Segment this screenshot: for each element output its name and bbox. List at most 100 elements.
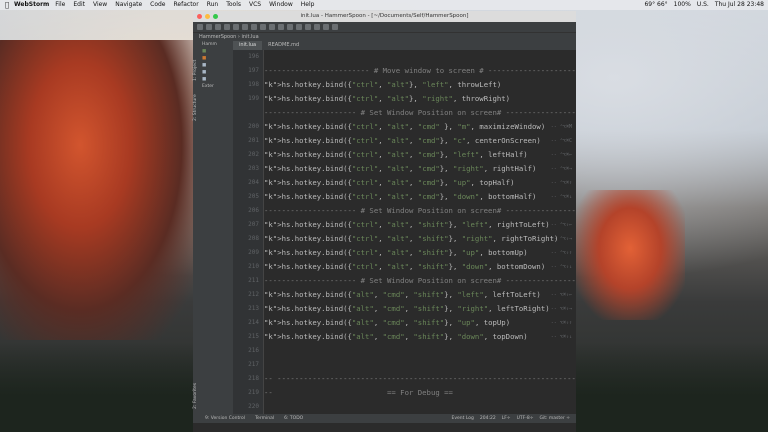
external-libraries[interactable]: Exter xyxy=(200,83,233,90)
zoom-button[interactable] xyxy=(213,14,218,19)
code-line[interactable]: 210 "k">hs.hotkey.bind({"ctrl", "alt", "s… xyxy=(233,260,576,274)
cursor-position[interactable]: 204:22 xyxy=(480,414,496,423)
line-number: 201 xyxy=(248,137,259,144)
help-icon[interactable] xyxy=(332,24,338,30)
code-line[interactable]: 198 "k">hs.hotkey.bind({"ctrl", "alt"}, "… xyxy=(233,78,576,92)
code-line[interactable]: 199 "k">hs.hotkey.bind({"ctrl", "alt"}, "… xyxy=(233,92,576,106)
mountain-right xyxy=(575,190,685,320)
code-line[interactable]: 203 "k">hs.hotkey.bind({"ctrl", "alt", "c… xyxy=(233,162,576,176)
code-line[interactable]: 220 xyxy=(233,400,576,414)
run-icon[interactable] xyxy=(296,24,302,30)
forward-icon[interactable] xyxy=(287,24,293,30)
undo-icon[interactable] xyxy=(224,24,230,30)
code-line[interactable]: 208 "k">hs.hotkey.bind({"ctrl", "alt", "s… xyxy=(233,232,576,246)
structure-tool-button[interactable]: 2: Structure xyxy=(193,85,200,121)
todo-button[interactable]: 6: TODO xyxy=(284,414,303,423)
breadcrumb-project[interactable]: HammerSpoon xyxy=(199,34,236,40)
close-button[interactable] xyxy=(197,14,202,19)
code-line[interactable]: 219 -- == For Debug == xyxy=(233,386,576,400)
code-line[interactable]: --------------------- # Set Window Posit… xyxy=(233,106,576,120)
favorites-tool-button[interactable]: 2: Favorites xyxy=(193,373,200,409)
debug-icon[interactable] xyxy=(305,24,311,30)
code-line[interactable]: 206 --------------------- # Set Window Po… xyxy=(233,204,576,218)
menu-file[interactable]: File xyxy=(55,0,65,10)
app-menu[interactable]: WebStorm xyxy=(14,0,49,10)
git-branch[interactable]: Git: master ÷ xyxy=(539,414,570,423)
project-tool-button[interactable]: 1: Project xyxy=(193,45,200,81)
minimize-button[interactable] xyxy=(205,14,210,19)
mountain-left xyxy=(0,40,200,340)
project-item[interactable]: ■ xyxy=(200,48,233,55)
code-line[interactable]: 216 xyxy=(233,344,576,358)
sync-icon[interactable] xyxy=(215,24,221,30)
line-number: 198 xyxy=(248,81,259,88)
line-number: 197 xyxy=(248,67,259,74)
input-source[interactable]: U.S. xyxy=(697,0,709,10)
project-item[interactable]: ■ xyxy=(200,76,233,83)
line-separator[interactable]: LF÷ xyxy=(502,414,511,423)
code-line[interactable]: 196 xyxy=(233,50,576,64)
event-log-button[interactable]: Event Log xyxy=(452,414,474,423)
code-line[interactable]: 201 "k">hs.hotkey.bind({"ctrl", "alt", "c… xyxy=(233,134,576,148)
code-editor[interactable]: 196 197 ------------------------ # Move wi… xyxy=(233,50,576,423)
apple-icon[interactable]:  xyxy=(0,0,14,10)
save-icon[interactable] xyxy=(206,24,212,30)
shortcut-hint: -- ⌥⌘⇧← xyxy=(550,292,572,298)
ide-window: init.lua - HammerSpoon - [~/Documents/Se… xyxy=(193,11,576,432)
back-icon[interactable] xyxy=(278,24,284,30)
code-text: "k">hs.hotkey.bind({"ctrl", "alt", "cmd"… xyxy=(264,136,541,145)
code-line[interactable]: 205 "k">hs.hotkey.bind({"ctrl", "alt", "c… xyxy=(233,190,576,204)
paste-icon[interactable] xyxy=(260,24,266,30)
code-line[interactable]: 209 "k">hs.hotkey.bind({"ctrl", "alt", "s… xyxy=(233,246,576,260)
code-line[interactable]: 211 --------------------- # Set Window Po… xyxy=(233,274,576,288)
stop-icon[interactable] xyxy=(314,24,320,30)
menu-navigate[interactable]: Navigate xyxy=(115,0,142,10)
copy-icon[interactable] xyxy=(251,24,257,30)
tab-init-lua[interactable]: init.lua xyxy=(233,41,263,50)
encoding[interactable]: UTF-8÷ xyxy=(517,414,534,423)
menu-refactor[interactable]: Refactor xyxy=(174,0,199,10)
project-item[interactable]: ■ xyxy=(200,62,233,69)
cut-icon[interactable] xyxy=(242,24,248,30)
code-line[interactable]: 212 "k">hs.hotkey.bind({"alt", "cmd", "sh… xyxy=(233,288,576,302)
project-root[interactable]: Hamm xyxy=(200,41,233,48)
code-line[interactable]: 197 ------------------------ # Move windo… xyxy=(233,64,576,78)
terminal-button[interactable]: Terminal xyxy=(255,414,274,423)
line-number: 218 xyxy=(248,375,259,382)
menu-view[interactable]: View xyxy=(93,0,107,10)
open-icon[interactable] xyxy=(197,24,203,30)
temperature[interactable]: 69° 66° xyxy=(644,0,667,10)
code-line[interactable]: 207 "k">hs.hotkey.bind({"ctrl", "alt", "s… xyxy=(233,218,576,232)
menu-run[interactable]: Run xyxy=(207,0,219,10)
shortcut-hint: -- ⌃⌥⇧→ xyxy=(550,236,572,242)
code-line[interactable]: 217 xyxy=(233,358,576,372)
project-panel: Hamm ■ ■ ■ ■ ■ Exter xyxy=(200,41,234,423)
project-item[interactable]: ■ xyxy=(200,55,233,62)
tab-readme[interactable]: README.md xyxy=(262,41,305,50)
menu-edit[interactable]: Edit xyxy=(73,0,85,10)
version-control-button[interactable]: 9: Version Control xyxy=(205,414,245,423)
code-line[interactable]: 214 "k">hs.hotkey.bind({"alt", "cmd", "sh… xyxy=(233,316,576,330)
code-line[interactable]: 204 "k">hs.hotkey.bind({"ctrl", "alt", "c… xyxy=(233,176,576,190)
line-number: 210 xyxy=(248,263,259,270)
menu-help[interactable]: Help xyxy=(301,0,315,10)
find-icon[interactable] xyxy=(269,24,275,30)
menu-window[interactable]: Window xyxy=(269,0,293,10)
clock[interactable]: Thu Jul 28 23:48 xyxy=(715,0,764,10)
code-line[interactable]: 215 "k">hs.hotkey.bind({"alt", "cmd", "sh… xyxy=(233,330,576,344)
project-item[interactable]: ■ xyxy=(200,69,233,76)
breadcrumb-file[interactable]: init.lua xyxy=(242,34,259,40)
code-line[interactable]: 202 "k">hs.hotkey.bind({"ctrl", "alt", "c… xyxy=(233,148,576,162)
redo-icon[interactable] xyxy=(233,24,239,30)
code-line[interactable]: 213 "k">hs.hotkey.bind({"alt", "cmd", "sh… xyxy=(233,302,576,316)
battery[interactable]: 100% xyxy=(674,0,691,10)
code-text: "k">hs.hotkey.bind({"alt", "cmd", "shift… xyxy=(264,304,550,313)
code-line[interactable]: 218 -- ----------------------------------… xyxy=(233,372,576,386)
line-number: 216 xyxy=(248,347,259,354)
menu-code[interactable]: Code xyxy=(150,0,165,10)
menu-vcs[interactable]: VCS xyxy=(249,0,261,10)
code-text: ------------------------ # Move window t… xyxy=(264,66,576,75)
settings-icon[interactable] xyxy=(323,24,329,30)
menu-tools[interactable]: Tools xyxy=(226,0,241,10)
code-line[interactable]: 200 "k">hs.hotkey.bind({"ctrl", "alt", "c… xyxy=(233,120,576,134)
